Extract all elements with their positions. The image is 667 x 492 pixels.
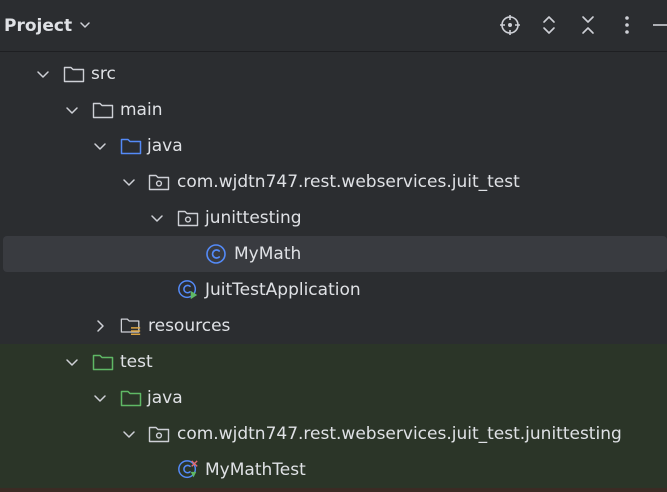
tree-node-package-test[interactable]: com.wjdtn747.rest.webservices.juit_test.… — [0, 416, 667, 452]
chevron-down-icon[interactable] — [63, 101, 81, 119]
resources-folder-icon — [120, 315, 142, 337]
tree-node-label: main — [120, 100, 163, 120]
tree-node-junittesting[interactable]: junittesting — [0, 200, 667, 236]
package-icon — [177, 207, 199, 229]
chevron-down-icon[interactable] — [34, 65, 52, 83]
test-class-icon — [177, 459, 199, 481]
chevron-down-icon[interactable] — [120, 173, 138, 191]
project-panel-header: Project — [0, 0, 667, 52]
tree-node-mymath[interactable]: MyMath — [3, 236, 667, 272]
tree-node-label: src — [91, 64, 116, 84]
package-icon — [148, 171, 170, 193]
panel-title: Project — [4, 16, 73, 36]
tree-node-label: test — [120, 352, 153, 372]
chevron-down-icon[interactable] — [63, 353, 81, 371]
tree-node-test-java[interactable]: java — [0, 380, 667, 416]
folder-icon — [63, 63, 85, 85]
tree-node-label: MyMathTest — [205, 460, 306, 480]
more-vert-icon[interactable] — [614, 12, 640, 38]
folder-icon — [92, 99, 114, 121]
class-icon — [205, 243, 227, 265]
tree-node-label: JuitTestApplication — [205, 280, 361, 300]
tree-node-label: junittesting — [205, 208, 302, 228]
test-source-folder-icon — [120, 387, 142, 409]
test-folder-icon — [92, 351, 114, 373]
collapse-all-icon[interactable] — [575, 12, 601, 38]
chevron-right-icon[interactable] — [91, 317, 109, 335]
tree-node-resources[interactable]: resources — [0, 308, 667, 344]
chevron-down-icon — [78, 17, 92, 36]
source-folder-icon — [120, 135, 142, 157]
project-tree: src main java com.wjdtn747.rest.webservi… — [0, 56, 667, 492]
tree-node-src[interactable]: src — [0, 56, 667, 92]
chevron-down-icon[interactable] — [120, 425, 138, 443]
package-icon — [148, 423, 170, 445]
tree-node-label: resources — [148, 316, 231, 336]
tree-node-label: java — [147, 388, 183, 408]
project-view-selector[interactable]: Project — [4, 0, 92, 52]
tree-node-label: com.wjdtn747.rest.webservices.juit_test — [177, 172, 520, 192]
chevron-down-icon[interactable] — [91, 389, 109, 407]
tree-node-juittestapplication[interactable]: JuitTestApplication — [0, 272, 667, 308]
chevron-down-icon[interactable] — [91, 137, 109, 155]
locate-icon[interactable] — [497, 12, 523, 38]
chevron-down-icon[interactable] — [148, 209, 166, 227]
tree-node-mymathtest[interactable]: MyMathTest — [0, 452, 667, 488]
tree-node-label: MyMath — [234, 244, 302, 264]
tree-node-package-main[interactable]: com.wjdtn747.rest.webservices.juit_test — [0, 164, 667, 200]
minimize-icon[interactable] — [650, 12, 667, 38]
panel-bottom-edge — [0, 488, 667, 492]
expand-all-icon[interactable] — [536, 12, 562, 38]
tree-node-main[interactable]: main — [0, 92, 667, 128]
tree-node-label: java — [147, 136, 183, 156]
tree-node-label: com.wjdtn747.rest.webservices.juit_test.… — [177, 424, 622, 444]
tree-node-test[interactable]: test — [0, 344, 667, 380]
tree-node-main-java[interactable]: java — [0, 128, 667, 164]
spring-boot-class-icon — [177, 279, 199, 301]
